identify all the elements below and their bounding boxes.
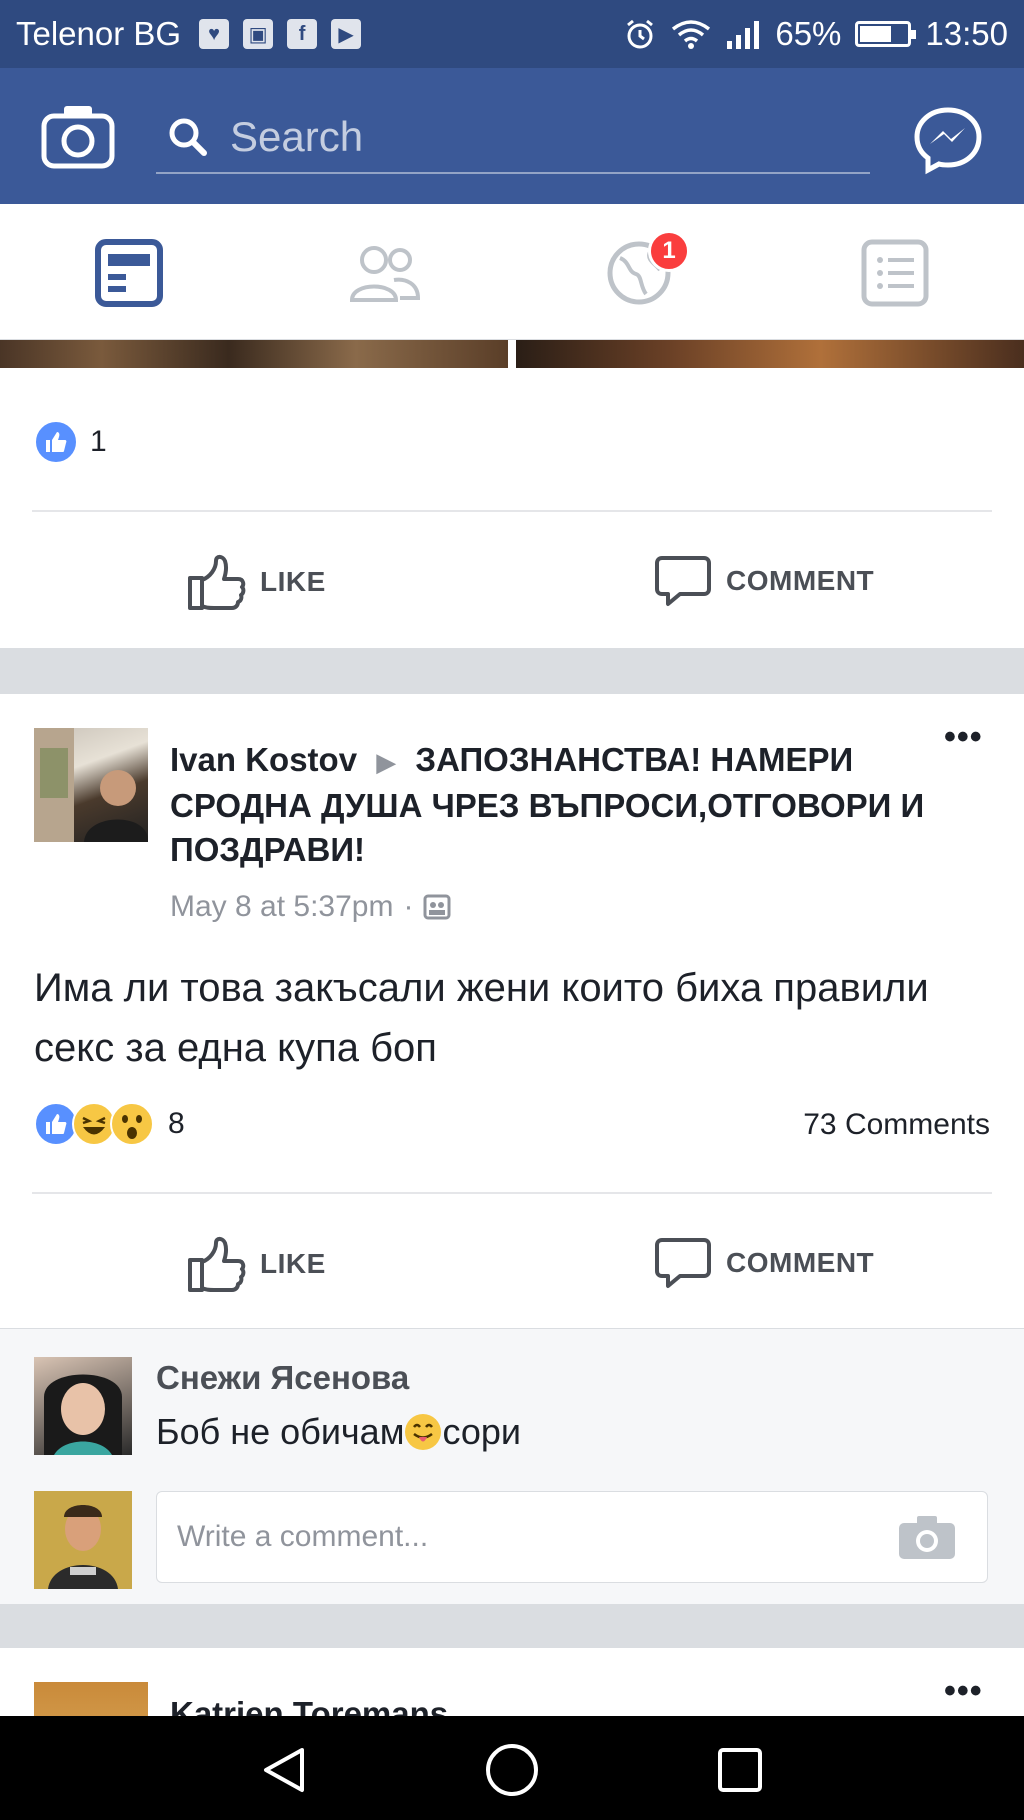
status-bar: Telenor BG ♥ ▣ f ▶ 65% 13:50 [0,0,1024,68]
facebook-notification-icon: f [287,19,318,49]
author-name[interactable]: Katrien Toremans [170,1692,448,1716]
tongue-emoji-icon [405,1414,442,1450]
menu-icon [861,239,929,307]
battery-percent: 65% [775,15,842,52]
search-input[interactable] [230,113,830,161]
like-reaction-icon [34,420,78,464]
comment-label: COMMENT [726,565,875,596]
post-card-1: 1 LIKE COMMENT [0,368,1024,648]
carrier-name: Telenor BG [16,15,182,52]
post-card-3: ••• Katrien Toremans [0,1648,1024,1716]
comment-input[interactable] [177,1520,877,1554]
post-photo-left[interactable] [0,340,508,368]
post-meta: May 8 at 5:37pm · [170,890,451,924]
home-icon[interactable] [484,1742,540,1798]
top-bar [0,68,1024,204]
author-name[interactable]: Ivan Kostov [170,741,357,778]
tab-news-feed[interactable] [94,238,164,308]
like-button[interactable]: LIKE [186,552,326,612]
camera-icon [41,106,115,169]
post-photo-right[interactable] [516,340,1024,368]
current-user-avatar [34,1491,132,1589]
camera-button[interactable] [40,98,116,174]
recent-apps-icon[interactable] [714,1744,766,1796]
commenter-avatar[interactable] [34,1357,132,1455]
post-text: Има ли това закъсали жени които биха пра… [34,966,929,1070]
comment-icon [655,1238,711,1288]
play-store-notification-icon: ▶ [331,19,362,49]
divider [32,1192,992,1194]
search-icon [169,118,207,156]
divider [32,510,992,512]
reaction-summary[interactable]: 1 [34,420,107,464]
reactions-count: 8 [168,1107,185,1140]
group-privacy-icon [423,894,451,920]
messenger-icon [914,107,982,175]
like-label: LIKE [260,1248,326,1279]
comment-icon [655,556,711,606]
clock: 13:50 [925,15,1008,52]
author-avatar[interactable] [34,1682,148,1716]
signal-icon [727,21,760,49]
thumbs-up-icon [188,554,246,610]
camera-icon[interactable] [897,1513,957,1561]
gallery-notification-icon: ▣ [243,19,274,49]
tab-menu[interactable] [860,238,930,308]
wow-reaction-icon [110,1102,154,1146]
reaction-summary[interactable]: 8 [34,1102,185,1146]
like-label: LIKE [260,566,326,597]
like-button[interactable]: LIKE [186,1234,326,1294]
comments-count[interactable]: 73 Comments [803,1108,990,1142]
back-icon[interactable] [258,1744,310,1796]
comment-box[interactable] [156,1491,988,1583]
comment-text: Боб не обичам сори [156,1411,521,1453]
notification-badge: 1 [648,230,690,272]
thumbs-up-icon [188,1236,246,1292]
comment-text-start: Боб не обичам [156,1411,405,1452]
post-header: Ivan Kostov ▶ ЗАПОЗНАНСТВА! НАМЕРИ СРОДН… [170,738,950,872]
alarm-icon [627,19,654,49]
friends-icon [349,246,421,302]
tab-friend-requests[interactable] [348,238,421,308]
comment-author[interactable]: Снежи Ясенова [156,1359,409,1397]
post-timestamp[interactable]: May 8 at 5:37pm [170,890,393,924]
search-bar[interactable] [156,102,870,174]
author-avatar[interactable] [34,728,148,842]
comment-section: Снежи Ясенова Боб не обичам сори [0,1328,1024,1604]
comment-button[interactable]: COMMENT [654,1234,874,1292]
messenger-button[interactable] [912,104,984,176]
wifi-icon [672,20,711,49]
comment-text-end: сори [442,1411,522,1452]
android-navigation-bar [0,1716,1024,1820]
comment-button[interactable]: COMMENT [654,552,874,610]
navigation-tabs [0,204,1024,340]
battery-icon [855,21,917,47]
post-options-icon[interactable]: ••• [944,1672,983,1711]
news-feed-icon [95,239,163,307]
heart-rate-notification-icon: ♥ [199,19,230,49]
post-photo-strip[interactable] [0,340,1024,368]
comment-label: COMMENT [726,1247,875,1278]
likes-count: 1 [90,425,107,458]
arrow-right-icon: ▶ [376,747,397,777]
